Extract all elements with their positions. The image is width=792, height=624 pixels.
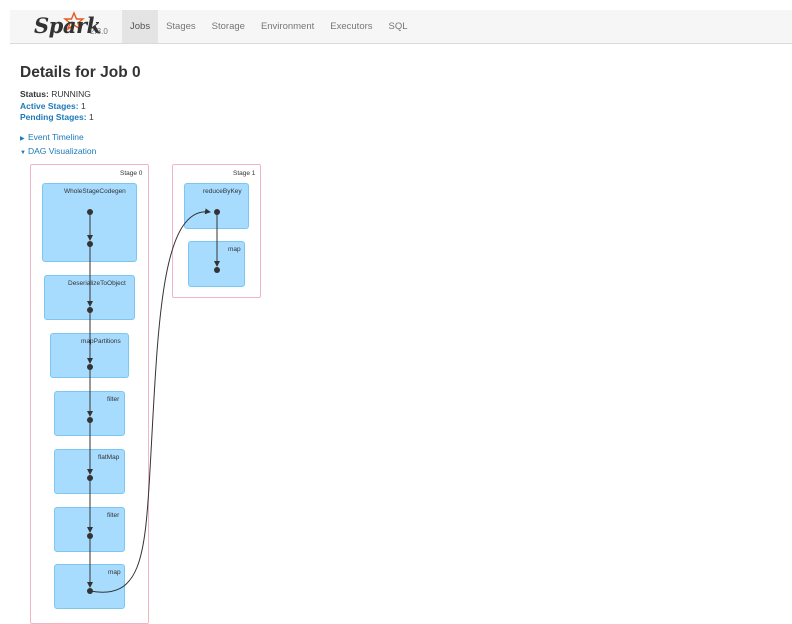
tab-stages[interactable]: Stages [158,10,204,43]
stage-1-label: Stage 1 [233,170,256,177]
tab-executors[interactable]: Executors [322,10,380,43]
active-stages-link[interactable]: Active Stages: [20,101,79,111]
visualization-toggles: ▶ Event Timeline ▼ DAG Visualization [20,131,96,159]
dag-visualization-toggle[interactable]: ▼ DAG Visualization [20,145,96,159]
op-filter-2-label: filter [107,512,120,519]
page-title: Details for Job 0 [20,64,141,81]
navbar: Spark 2.3.0 Jobs Stages Storage Environm… [10,10,792,44]
op-deserializetoobject-label: DeserializeToObject [68,280,126,287]
pending-stages-row: Pending Stages: 1 [20,112,94,124]
brand-version: 2.3.0 [90,27,108,36]
caret-down-icon: ▼ [20,150,26,156]
stage-0-label: Stage 0 [120,170,143,177]
op-flatmap-label: flatMap [98,454,120,461]
status-label: Status: [20,89,49,99]
tab-jobs[interactable]: Jobs [122,10,159,43]
spark-logo[interactable]: Spark 2.3.0 [34,11,126,43]
caret-right-icon: ▶ [20,136,25,142]
event-timeline-toggle[interactable]: ▶ Event Timeline [20,131,96,145]
event-timeline-label: Event Timeline [28,132,84,142]
nav-tabs: Jobs Stages Storage Environment Executor… [122,10,416,44]
pending-stages-link[interactable]: Pending Stages: [20,112,87,122]
op-wholestagecodegen-label: WholeStageCodegen [64,188,126,195]
op-map-stage0-label: map [108,569,121,576]
op-filter-1-label: filter [107,396,120,403]
active-stages-value: 1 [80,100,86,111]
dag-visualization-label: DAG Visualization [28,146,97,156]
pending-stages-value: 1 [88,112,94,122]
tab-storage[interactable]: Storage [204,10,253,43]
tab-sql[interactable]: SQL [381,10,416,43]
status-row: Status: RUNNING [20,89,94,101]
op-map-stage1-label: map [228,246,241,253]
job-summary: Status: RUNNING Active Stages: 1 Pending… [20,89,94,124]
tab-environment[interactable]: Environment [253,10,322,43]
op-mappartitions-label: mapPartitions [81,338,121,345]
active-stages-row: Active Stages: 1 [20,101,94,113]
status-value: RUNNING [51,89,91,99]
op-reducebykey-label: reduceByKey [203,188,242,195]
